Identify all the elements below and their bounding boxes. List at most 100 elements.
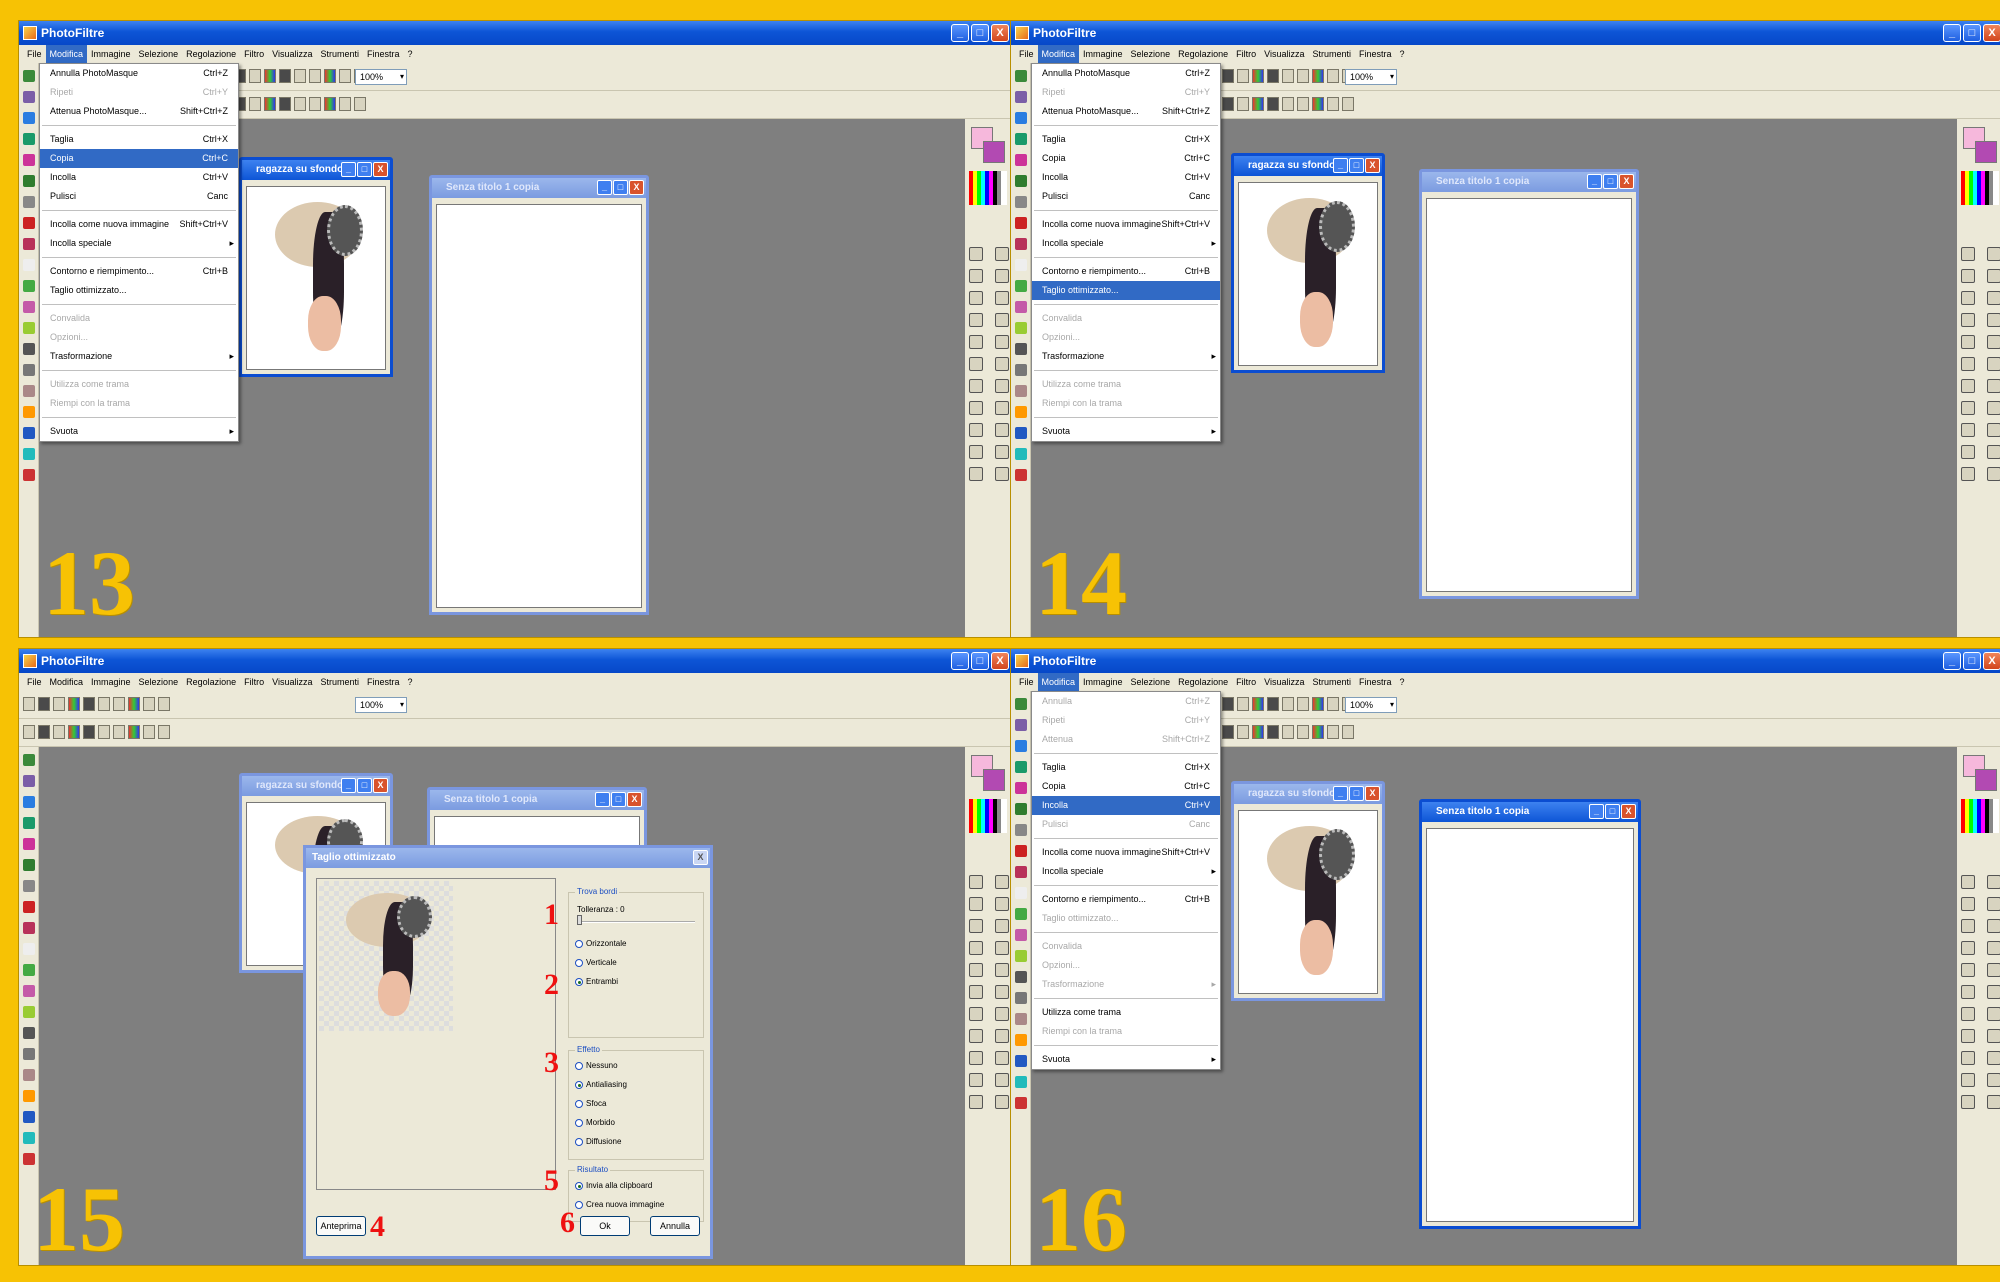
doc-minimize[interactable]: _ [1333, 786, 1348, 801]
menu-item-annulla-photomasque[interactable]: Annulla PhotoMasque Ctrl+Z [1032, 64, 1220, 83]
menu-strumenti[interactable]: Strumenti [316, 45, 363, 63]
slider-thumb[interactable] [577, 915, 582, 925]
toolbar-icon[interactable] [279, 97, 291, 111]
tool-icon[interactable] [23, 817, 35, 829]
toolbar-icon[interactable] [1282, 725, 1294, 739]
tool-icon[interactable] [1961, 423, 1975, 437]
tool-icon[interactable] [969, 1095, 983, 1109]
color-palette[interactable] [1961, 799, 1999, 833]
tool-icon[interactable] [969, 919, 983, 933]
menu-regolazione[interactable]: Regolazione [182, 673, 240, 691]
tool-icon[interactable] [23, 943, 35, 955]
toolbar-icon[interactable] [309, 69, 321, 83]
menu-selezione[interactable]: Selezione [135, 673, 183, 691]
tool-icon[interactable] [1961, 875, 1975, 889]
toolbar-icon[interactable] [294, 97, 306, 111]
toolbar-icon[interactable] [1222, 697, 1234, 711]
maximize-button[interactable]: □ [971, 24, 989, 42]
tool-icon[interactable] [1015, 133, 1027, 145]
menu-visualizza[interactable]: Visualizza [268, 673, 316, 691]
toolbar-icon[interactable] [83, 697, 95, 711]
tool-icon[interactable] [23, 175, 35, 187]
tool-icon[interactable] [1015, 719, 1027, 731]
tool-icon[interactable] [1961, 897, 1975, 911]
toolbar-icon[interactable] [158, 697, 170, 711]
toolbar-icon[interactable] [53, 725, 65, 739]
radio-button[interactable] [575, 1200, 583, 1209]
tool-icon[interactable] [23, 901, 35, 913]
menu-item-pulisci[interactable]: Pulisci Canc [1032, 187, 1220, 206]
tool-icon[interactable] [1987, 1051, 2000, 1065]
tool-icon[interactable] [23, 91, 35, 103]
minimize-button[interactable]: _ [1943, 652, 1961, 670]
tool-icon[interactable] [969, 467, 983, 481]
tool-icon[interactable] [23, 385, 35, 397]
toolbar-icon[interactable] [1297, 69, 1309, 83]
tool-icon[interactable] [23, 964, 35, 976]
tool-icon[interactable] [1015, 364, 1027, 376]
tool-icon[interactable] [1987, 335, 2000, 349]
close-button[interactable]: X [1983, 24, 2000, 42]
tool-icon[interactable] [1987, 357, 2000, 371]
tool-icon[interactable] [969, 335, 983, 349]
doc-minimize[interactable]: _ [341, 162, 356, 177]
menu-selezione[interactable]: Selezione [135, 45, 183, 63]
toolbar-icon[interactable] [354, 97, 366, 111]
tool-icon[interactable] [1987, 985, 2000, 999]
tool-icon[interactable] [1987, 379, 2000, 393]
tool-icon[interactable] [995, 379, 1009, 393]
toolbar-icon[interactable] [1252, 697, 1264, 711]
menu-item-incolla-come-nuova-immagine[interactable]: Incolla come nuova immagine Shift+Ctrl+V [1032, 215, 1220, 234]
tool-icon[interactable] [1961, 963, 1975, 977]
tool-icon[interactable] [1987, 247, 2000, 261]
tool-icon[interactable] [1015, 448, 1027, 460]
tool-icon[interactable] [1015, 406, 1027, 418]
tool-icon[interactable] [1987, 445, 2000, 459]
doc-minimize[interactable]: _ [595, 792, 610, 807]
tool-icon[interactable] [1015, 845, 1027, 857]
menu-[interactable]: ? [404, 45, 417, 63]
tool-icon[interactable] [1961, 1051, 1975, 1065]
toolbar-icon[interactable] [1342, 97, 1354, 111]
tool-icon[interactable] [23, 838, 35, 850]
tool-icon[interactable] [969, 291, 983, 305]
tool-icon[interactable] [969, 247, 983, 261]
menu-item-incolla-come-nuova-immagine[interactable]: Incolla come nuova immagine Shift+Ctrl+V [1032, 843, 1220, 862]
tool-icon[interactable] [23, 427, 35, 439]
tool-icon[interactable] [1015, 70, 1027, 82]
menu-modifica[interactable]: Modifica [1037, 45, 1080, 63]
tool-icon[interactable] [995, 401, 1009, 415]
menu-item-taglia[interactable]: Taglia Ctrl+X [1032, 130, 1220, 149]
tool-icon[interactable] [1015, 761, 1027, 773]
menu-[interactable]: ? [404, 673, 417, 691]
tool-icon[interactable] [23, 196, 35, 208]
tool-icon[interactable] [995, 1073, 1009, 1087]
tool-icon[interactable] [995, 985, 1009, 999]
doc-maximize[interactable]: □ [1603, 174, 1618, 189]
tool-icon[interactable] [969, 445, 983, 459]
tool-icon[interactable] [1015, 929, 1027, 941]
menu-item-trasformazione[interactable]: Trasformazione [1032, 975, 1220, 994]
toolbar-icon[interactable] [1297, 697, 1309, 711]
ok-button[interactable]: Ok [580, 1216, 630, 1236]
minimize-button[interactable]: _ [951, 652, 969, 670]
tool-icon[interactable] [969, 985, 983, 999]
radio-orizzontale[interactable]: Orizzontale [575, 939, 626, 948]
tool-icon[interactable] [995, 445, 1009, 459]
tool-icon[interactable] [1015, 950, 1027, 962]
tool-icon[interactable] [995, 423, 1009, 437]
toolbar-icon[interactable] [1282, 697, 1294, 711]
zoom-select[interactable]: 100% [1345, 69, 1397, 85]
background-color[interactable] [1975, 769, 1997, 791]
tool-icon[interactable] [969, 1073, 983, 1087]
toolbar-icon[interactable] [1252, 97, 1264, 111]
toolbar-icon[interactable] [1267, 69, 1279, 83]
menu-item-taglia[interactable]: Taglia Ctrl+X [40, 130, 238, 149]
radio-button[interactable] [575, 1137, 583, 1146]
close-button[interactable]: X [991, 24, 1009, 42]
minimize-button[interactable]: _ [951, 24, 969, 42]
tool-icon[interactable] [995, 247, 1009, 261]
menu-item-taglio-ottimizzato[interactable]: Taglio ottimizzato... [1032, 281, 1220, 300]
tool-icon[interactable] [23, 364, 35, 376]
tool-icon[interactable] [1015, 782, 1027, 794]
